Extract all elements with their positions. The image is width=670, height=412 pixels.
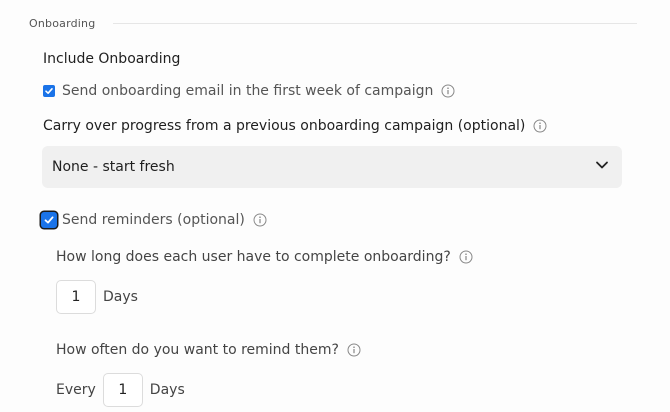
section-divider — [113, 22, 637, 24]
frequency-unit: Days — [149, 382, 185, 398]
chevron-down-icon — [594, 157, 610, 177]
duration-row: 1 Days — [56, 280, 138, 314]
checkmark-icon — [45, 88, 53, 94]
carry-over-select[interactable]: None - start fresh — [42, 146, 622, 188]
duration-question: How long does each user have to complete… — [56, 249, 451, 265]
info-icon[interactable] — [253, 213, 267, 227]
frequency-question-row: How often do you want to remind them? — [56, 342, 361, 358]
info-icon[interactable] — [459, 250, 473, 264]
include-onboarding-heading: Include Onboarding — [43, 51, 181, 67]
carry-over-label: Carry over progress from a previous onbo… — [43, 118, 526, 134]
send-email-checkbox[interactable] — [43, 85, 55, 97]
frequency-input[interactable]: 1 — [102, 373, 143, 407]
info-icon[interactable] — [533, 119, 547, 133]
carry-over-selected-value: None - start fresh — [52, 159, 175, 175]
send-reminders-row: Send reminders (optional) — [41, 212, 267, 228]
send-email-row: Send onboarding email in the first week … — [43, 83, 455, 99]
send-reminders-checkbox[interactable] — [41, 212, 57, 228]
duration-input[interactable]: 1 — [56, 280, 96, 314]
info-icon[interactable] — [441, 84, 455, 98]
duration-question-row: How long does each user have to complete… — [56, 249, 473, 265]
checkmark-icon — [44, 216, 54, 224]
frequency-row: Every 1 Days — [56, 373, 185, 407]
carry-over-label-row: Carry over progress from a previous onbo… — [43, 118, 547, 134]
duration-unit: Days — [103, 289, 138, 305]
send-email-label: Send onboarding email in the first week … — [62, 83, 434, 99]
frequency-question: How often do you want to remind them? — [56, 342, 339, 358]
send-reminders-label: Send reminders (optional) — [62, 212, 245, 228]
section-header: Onboarding — [29, 15, 637, 31]
section-title: Onboarding — [29, 16, 96, 30]
frequency-prefix: Every — [56, 382, 96, 398]
info-icon[interactable] — [347, 343, 361, 357]
